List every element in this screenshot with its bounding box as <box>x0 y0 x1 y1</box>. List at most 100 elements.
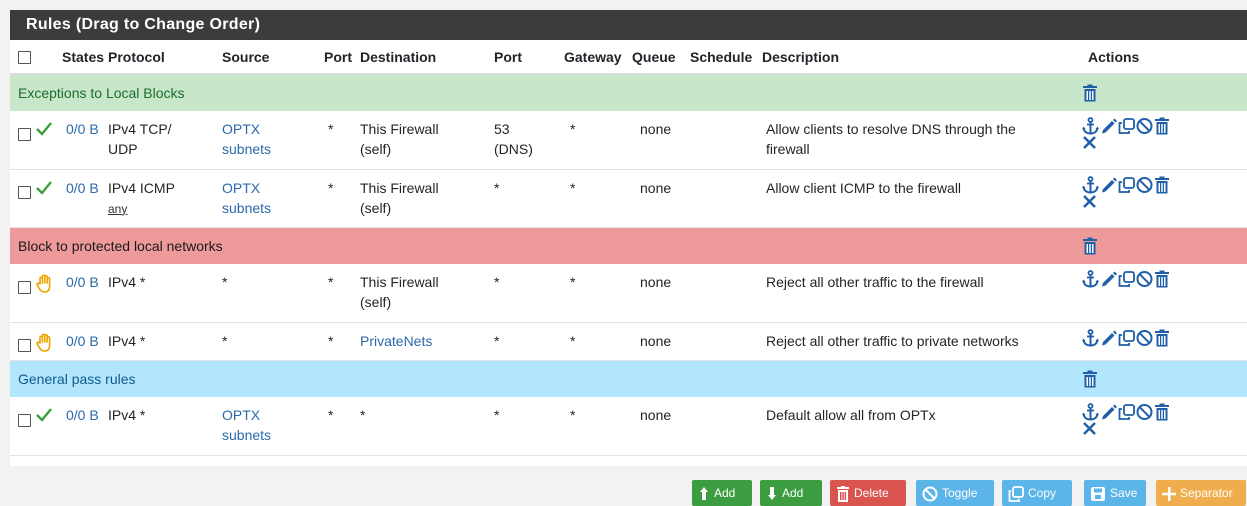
description-value: Allow client ICMP to the firewall <box>766 179 962 196</box>
separator-block-local[interactable]: Block to protected local networks <box>10 227 1247 264</box>
times-icon[interactable] <box>1082 421 1097 436</box>
panel-title: Rules (Drag to Change Order) <box>10 10 1247 40</box>
gateway-value: * <box>570 407 576 423</box>
col-schedule: Schedule <box>690 48 753 65</box>
gateway-value: * <box>570 274 576 290</box>
disable-icon[interactable] <box>1136 176 1153 194</box>
row-checkbox[interactable] <box>18 186 31 200</box>
gateway-value: * <box>570 121 576 137</box>
trash-icon[interactable] <box>1082 237 1098 255</box>
rule-row[interactable]: 0/0 B IPv4 * OPTX subnets * * * * none Default a… <box>10 397 1247 455</box>
icmp-type-link[interactable]: any <box>108 202 127 216</box>
toggle-button[interactable]: Toggle <box>916 480 994 506</box>
pencil-icon[interactable] <box>1100 403 1117 421</box>
hand-icon <box>36 333 54 352</box>
col-port: Port <box>324 48 352 65</box>
row-checkbox[interactable] <box>18 413 31 427</box>
rules-panel: Rules (Drag to Change Order) States Prot… <box>10 10 1247 466</box>
destination-value[interactable]: PrivateNets <box>360 333 432 349</box>
pencil-icon[interactable] <box>1100 117 1117 135</box>
port-value: * <box>328 332 334 349</box>
states-link[interactable]: 0/0 B <box>66 180 99 196</box>
anchor-icon[interactable] <box>1082 403 1099 421</box>
copy-button[interactable]: Copy <box>1002 480 1072 506</box>
plus-icon <box>1162 486 1176 501</box>
col-description: Description <box>762 48 840 65</box>
description-value: Allow clients to resolve DNS through the… <box>766 121 1016 157</box>
trash-icon[interactable] <box>1154 270 1170 288</box>
anchor-icon[interactable] <box>1082 175 1099 194</box>
row-actions <box>1082 328 1247 347</box>
copy-icon[interactable] <box>1118 176 1135 194</box>
separator-label: Block to protected local networks <box>18 237 223 254</box>
row-checkbox[interactable] <box>18 127 31 141</box>
separator-general-pass[interactable]: General pass rules <box>10 360 1247 397</box>
col-states: States <box>62 48 105 65</box>
separator-button[interactable]: Separator <box>1156 480 1246 506</box>
copy-icon[interactable] <box>1118 329 1135 347</box>
trash-icon[interactable] <box>1154 403 1170 421</box>
anchor-icon[interactable] <box>1082 117 1099 135</box>
dport-value: * <box>494 332 500 349</box>
states-link[interactable]: 0/0 B <box>66 121 99 137</box>
copy-icon[interactable] <box>1118 403 1135 421</box>
row-checkbox[interactable] <box>18 280 31 294</box>
times-icon[interactable] <box>1082 194 1097 209</box>
source-value[interactable]: OPTX subnets <box>222 407 271 443</box>
trash-icon <box>837 485 849 502</box>
save-button[interactable]: Save <box>1084 480 1146 506</box>
states-link[interactable]: 0/0 B <box>66 407 99 423</box>
col-destination: Destination <box>360 48 437 65</box>
row-actions <box>1082 175 1247 209</box>
checkmark-icon <box>36 121 52 140</box>
rule-row[interactable]: 0/0 B IPv4 TCP/ UDP OPTX subnets * This Fire… <box>10 111 1247 169</box>
add-top-button[interactable]: Add <box>692 480 752 506</box>
trash-icon[interactable] <box>1154 176 1170 194</box>
rule-row[interactable]: 0/0 B IPv4 * * * PrivateNets * * none Reject all… <box>10 322 1247 360</box>
protocol-value: IPv4 ICMP <box>108 179 175 196</box>
disable-icon[interactable] <box>1136 117 1153 135</box>
anchor-icon[interactable] <box>1082 270 1099 288</box>
source-value[interactable]: OPTX subnets <box>222 180 271 216</box>
trash-icon[interactable] <box>1082 84 1098 102</box>
trash-icon[interactable] <box>1154 117 1170 135</box>
copy-icon[interactable] <box>1118 270 1135 288</box>
rules-table: States Protocol Source Port Destination … <box>10 40 1247 456</box>
dport-value: * <box>494 179 500 196</box>
copy-icon[interactable] <box>1118 117 1135 135</box>
states-link[interactable]: 0/0 B <box>66 274 99 290</box>
queue-value: none <box>640 179 672 196</box>
disable-icon[interactable] <box>1136 403 1153 421</box>
row-actions <box>1082 403 1247 436</box>
row-checkbox[interactable] <box>18 339 31 353</box>
times-icon[interactable] <box>1082 135 1097 150</box>
port-value: * <box>328 407 334 423</box>
anchor-icon[interactable] <box>1082 328 1099 347</box>
select-all-checkbox[interactable] <box>18 51 31 65</box>
col-source: Source <box>222 48 270 65</box>
pencil-icon[interactable] <box>1100 270 1117 288</box>
queue-value: none <box>640 274 672 290</box>
arrow-up-icon <box>700 486 708 500</box>
rule-row[interactable]: 0/0 B IPv4 * * * This Firewall (self) * * none R… <box>10 264 1247 322</box>
disable-icon[interactable] <box>1136 329 1153 347</box>
queue-value: none <box>640 407 672 423</box>
source-value[interactable]: OPTX subnets <box>222 121 271 157</box>
pencil-icon[interactable] <box>1100 329 1117 347</box>
disable-icon[interactable] <box>1136 270 1153 288</box>
separator-exceptions[interactable]: Exceptions to Local Blocks <box>10 74 1247 111</box>
col-actions: Actions <box>1088 48 1140 65</box>
checkmark-icon <box>36 407 52 426</box>
states-link[interactable]: 0/0 B <box>66 333 99 349</box>
row-actions <box>1082 117 1247 150</box>
pencil-icon[interactable] <box>1100 176 1117 194</box>
protocol-value: IPv4 * <box>108 407 146 423</box>
rule-row[interactable]: 0/0 B IPv4 ICMP any OPTX subnets * This Firew… <box>10 169 1247 227</box>
trash-icon[interactable] <box>1082 370 1098 388</box>
trash-icon[interactable] <box>1154 329 1170 347</box>
add-bottom-button[interactable]: Add <box>760 480 822 506</box>
port-value: * <box>328 121 334 137</box>
port-value: * <box>328 274 334 290</box>
delete-button[interactable]: Delete <box>830 480 906 506</box>
separator-label: General pass rules <box>18 370 136 387</box>
